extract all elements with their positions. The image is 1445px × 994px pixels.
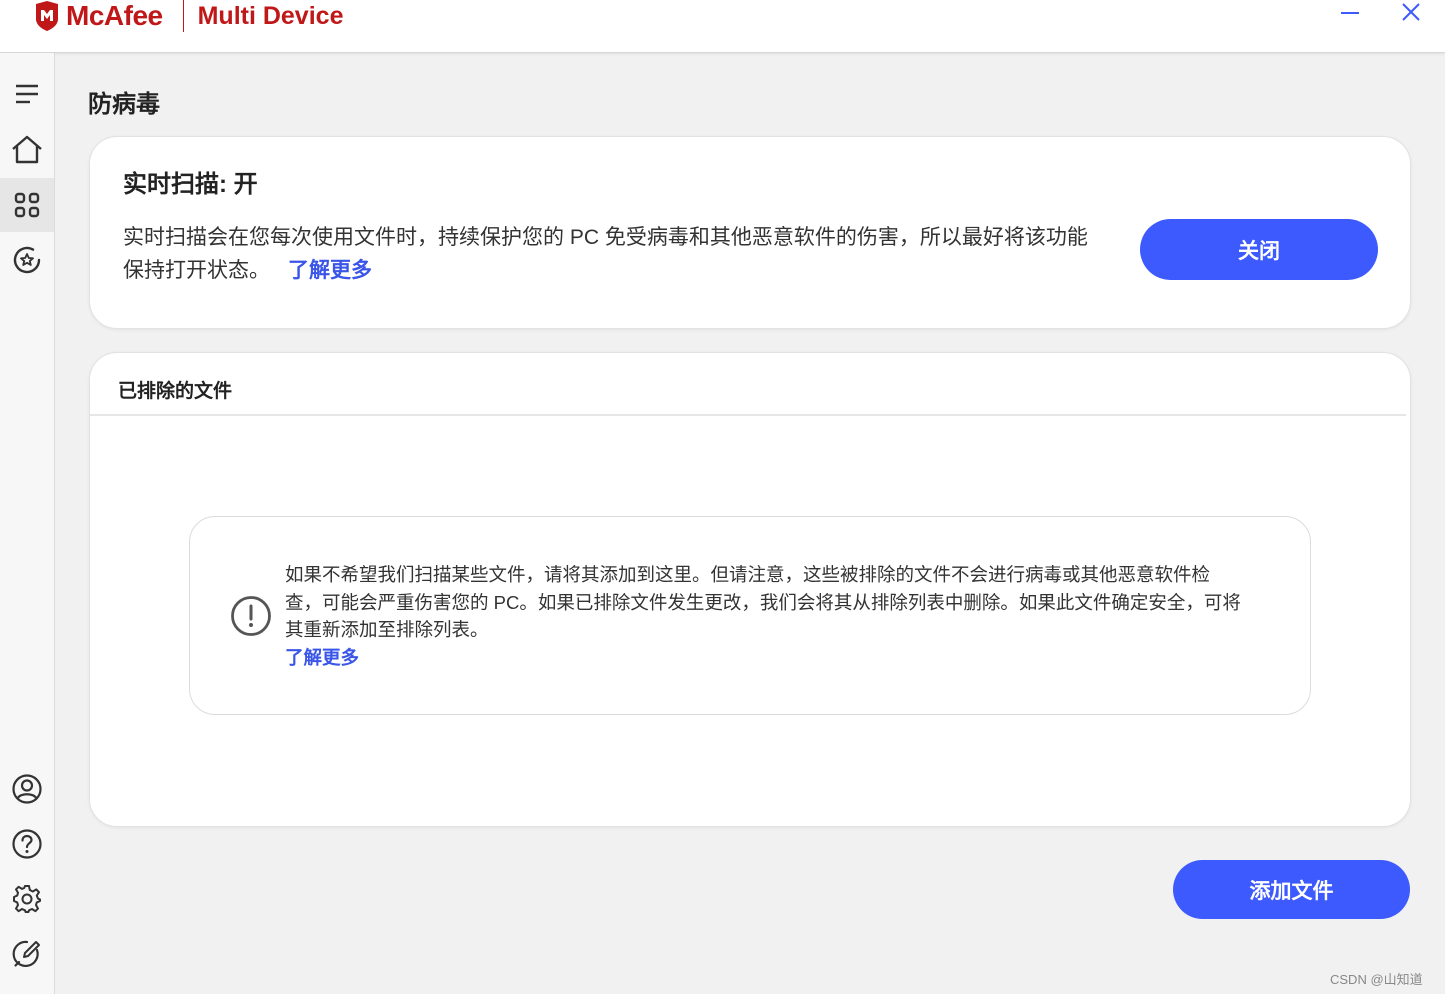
home-icon [12, 135, 42, 164]
info-icon [231, 596, 271, 636]
turn-off-button[interactable]: 关闭 [1140, 219, 1378, 280]
minimize-icon [1341, 12, 1359, 14]
grid-icon [14, 192, 40, 218]
realtime-scan-text: 实时扫描会在您每次使用文件时，持续保护您的 PC 免受病毒和其他恶意软件的伤害，… [123, 226, 1088, 282]
title-bar: McAfee Multi Device [0, 0, 1445, 53]
sidebar-item-protection[interactable] [0, 233, 54, 287]
excluded-files-info-box: 如果不希望我们扫描某些文件，请将其添加到这里。但请注意，这些被排除的文件不会进行… [189, 516, 1311, 715]
sidebar-item-menu[interactable] [0, 67, 54, 121]
shield-star-icon [13, 246, 41, 274]
excluded-files-header: 已排除的文件 [90, 353, 1406, 416]
sidebar-item-home[interactable] [0, 123, 54, 177]
sidebar-item-settings[interactable] [0, 872, 54, 926]
realtime-scan-card: 实时扫描: 开 实时扫描会在您每次使用文件时，持续保护您的 PC 免受病毒和其他… [89, 136, 1411, 329]
brand-name: McAfee [66, 0, 163, 31]
realtime-scan-description: 实时扫描会在您每次使用文件时，持续保护您的 PC 免受病毒和其他恶意软件的伤害，… [123, 221, 1103, 287]
hamburger-icon [16, 84, 38, 104]
sidebar-item-account[interactable] [0, 762, 54, 816]
sidebar-item-apps[interactable] [0, 178, 54, 232]
excluded-files-title: 已排除的文件 [118, 381, 233, 402]
user-icon [12, 774, 42, 804]
sidebar-item-help[interactable] [0, 817, 54, 871]
product-name: Multi Device [197, 1, 344, 30]
brand: McAfee Multi Device [34, 0, 343, 32]
learn-more-link[interactable]: 了解更多 [288, 259, 372, 282]
realtime-scan-title: 实时扫描: 开 [123, 171, 258, 198]
sidebar [0, 53, 55, 994]
excluded-files-card: 已排除的文件 如果不希望我们扫描某些文件，请将其添加到这里。但请注意，这些被排除… [89, 352, 1411, 827]
mcafee-shield-icon [36, 1, 58, 31]
sidebar-item-feedback[interactable] [0, 927, 54, 981]
help-icon [12, 829, 42, 859]
page-title: 防病毒 [88, 91, 160, 118]
watermark: CSDN @山知道 [1330, 972, 1423, 987]
feedback-icon [12, 940, 40, 968]
close-button[interactable] [1391, 0, 1431, 26]
excluded-files-info-text: 如果不希望我们扫描某些文件，请将其添加到这里。但请注意，这些被排除的文件不会进行… [285, 561, 1245, 671]
gear-icon [13, 885, 41, 913]
minimize-button[interactable] [1330, 0, 1370, 26]
excluded-files-info-body: 如果不希望我们扫描某些文件，请将其添加到这里。但请注意，这些被排除的文件不会进行… [285, 564, 1241, 640]
close-icon [1402, 3, 1420, 21]
excluded-files-learn-more-link[interactable]: 了解更多 [285, 644, 1245, 672]
brand-divider [182, 0, 184, 32]
add-file-button[interactable]: 添加文件 [1173, 860, 1410, 919]
